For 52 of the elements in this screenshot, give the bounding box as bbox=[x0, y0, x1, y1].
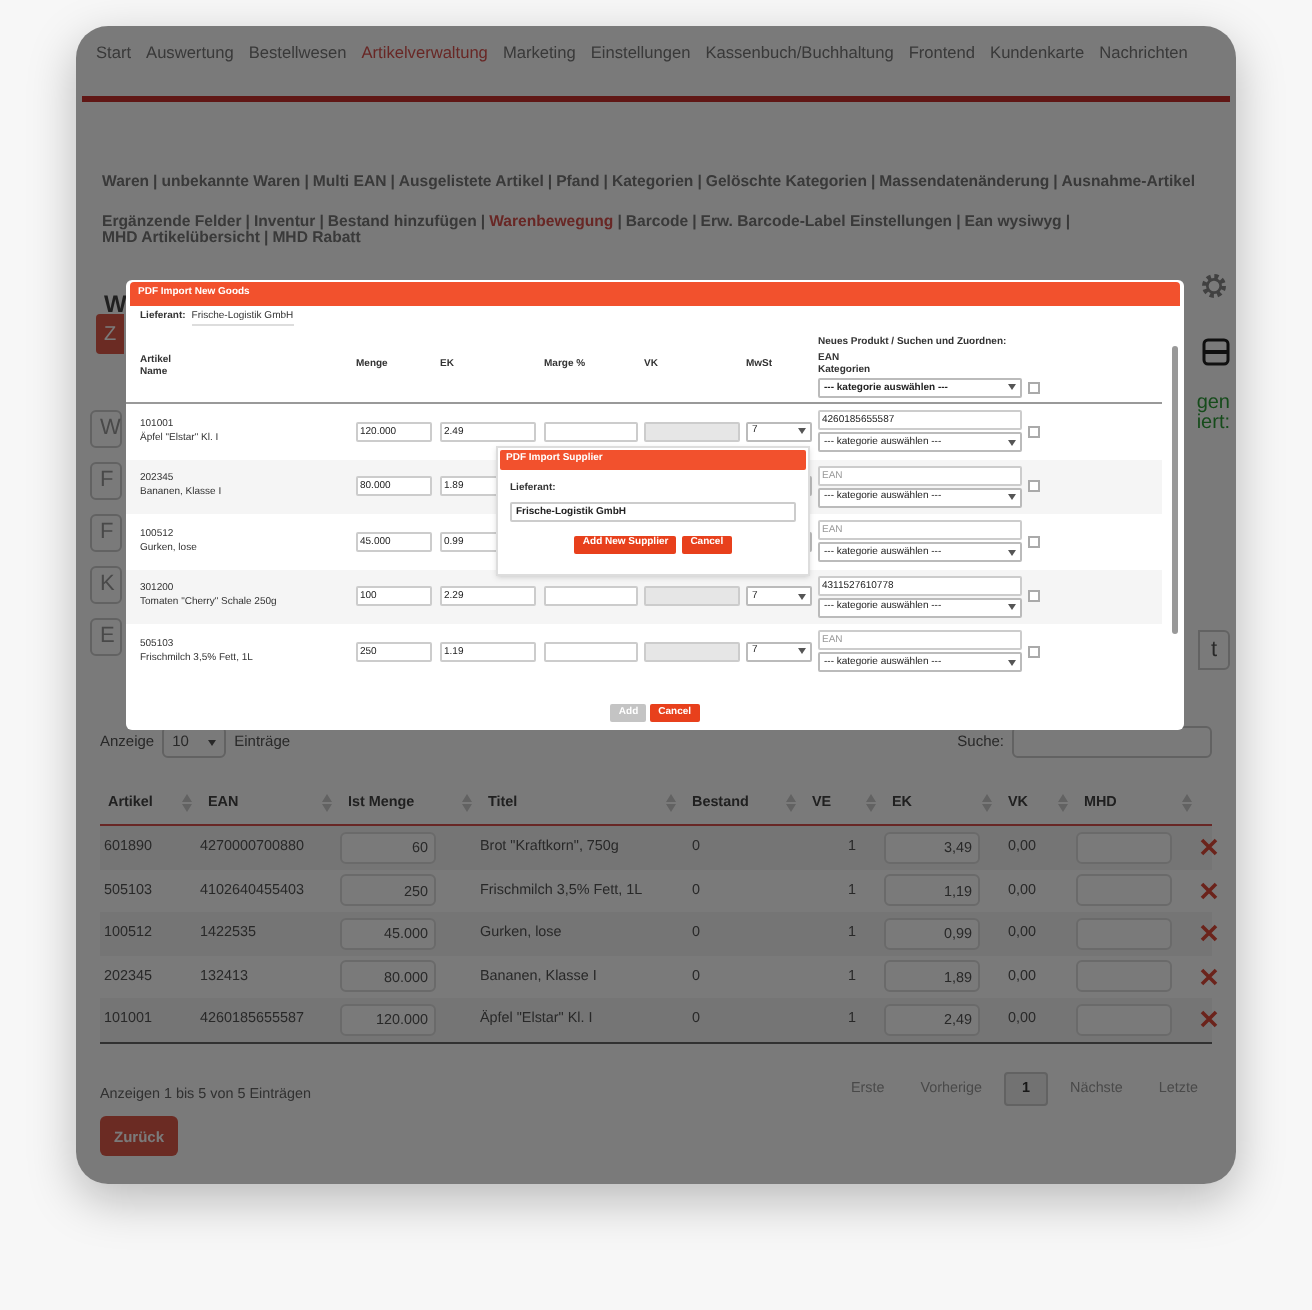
status-note: iert: bbox=[1196, 414, 1230, 434]
caret-icon bbox=[1008, 604, 1016, 611]
input-field[interactable] bbox=[644, 421, 740, 442]
nav-tab[interactable]: Kundenkarte bbox=[990, 40, 1085, 96]
nav-tab[interactable]: Start bbox=[96, 40, 132, 96]
delete-icon[interactable] bbox=[1200, 1010, 1218, 1029]
input-field[interactable] bbox=[544, 641, 638, 662]
caret-icon bbox=[1008, 549, 1016, 556]
delete-icon[interactable] bbox=[1200, 924, 1218, 943]
checkbox[interactable] bbox=[1028, 425, 1040, 438]
action-button[interactable]: Z bbox=[96, 314, 124, 354]
nav-tab[interactable]: Marketing bbox=[502, 40, 576, 96]
nav-tab[interactable]: Nachrichten bbox=[1099, 40, 1188, 96]
nav-tab[interactable]: Frontend bbox=[908, 40, 976, 96]
caret-icon bbox=[798, 648, 806, 655]
nav-tab[interactable]: Auswertung bbox=[146, 40, 234, 96]
sort-icon bbox=[1058, 793, 1068, 812]
sort-icon bbox=[982, 793, 992, 812]
caret-icon bbox=[208, 739, 217, 745]
sort-icon bbox=[182, 793, 192, 812]
checkbox[interactable] bbox=[1028, 535, 1040, 548]
caret-icon bbox=[1008, 384, 1016, 390]
printer-icon bbox=[1202, 338, 1230, 366]
caret-icon bbox=[798, 593, 806, 600]
sort-icon bbox=[322, 793, 332, 812]
caret-icon bbox=[798, 428, 806, 435]
action-button[interactable]: t bbox=[1198, 630, 1230, 670]
checkbox[interactable] bbox=[1028, 645, 1040, 658]
caret-icon bbox=[1008, 439, 1016, 446]
sort-icon bbox=[462, 793, 472, 812]
input-field[interactable] bbox=[544, 586, 638, 607]
checkbox[interactable] bbox=[1028, 590, 1040, 603]
input-field[interactable] bbox=[644, 586, 740, 607]
delete-icon[interactable] bbox=[1200, 967, 1218, 986]
caret-icon bbox=[1008, 659, 1016, 666]
delete-icon[interactable] bbox=[1200, 838, 1218, 857]
status-note: gen bbox=[1196, 394, 1230, 414]
caret-icon bbox=[1008, 494, 1016, 501]
gear-icon bbox=[1198, 270, 1230, 302]
nav-tab[interactable]: Artikelverwaltung bbox=[361, 40, 488, 96]
input-field[interactable] bbox=[544, 421, 638, 442]
sort-icon bbox=[866, 793, 876, 812]
nav-tab[interactable]: Kassenbuch/Buchhaltung bbox=[705, 40, 894, 96]
checkbox[interactable] bbox=[1028, 480, 1040, 493]
sort-icon bbox=[786, 793, 796, 812]
sort-icon bbox=[1182, 793, 1192, 812]
nav-tab[interactable]: Einstellungen bbox=[590, 40, 691, 96]
delete-icon[interactable] bbox=[1200, 881, 1218, 900]
sort-icon bbox=[666, 793, 676, 812]
input-field[interactable] bbox=[644, 641, 740, 662]
nav-tab[interactable]: Bestellwesen bbox=[248, 40, 347, 96]
checkbox[interactable] bbox=[1028, 381, 1040, 393]
